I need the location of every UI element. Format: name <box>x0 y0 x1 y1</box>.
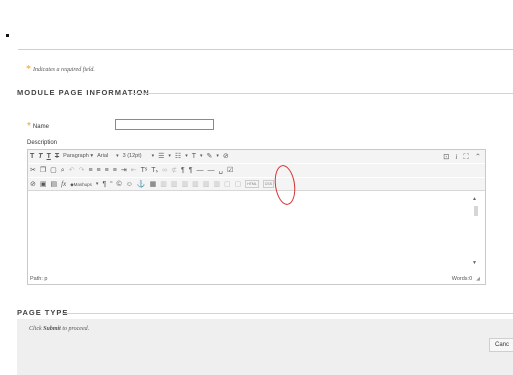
anchor-icon[interactable]: ⚓ <box>137 180 146 189</box>
description-editor: T T T T Paragraph ▾ Arial ▾ 3 (12pt) ▾ ☰… <box>27 149 486 285</box>
required-note-text: Indicates a required field. <box>33 67 95 73</box>
module-section-title: MODULE PAGE INFORMATION <box>17 88 150 97</box>
table-split-icon[interactable]: ▥ <box>203 180 210 189</box>
chevron-down-icon: ▾ <box>95 180 99 187</box>
align-left-icon[interactable]: ≡ <box>88 166 92 175</box>
table-column-icon[interactable]: ▥ <box>171 180 178 189</box>
font-family-select[interactable]: Arial <box>97 152 108 161</box>
info-icon[interactable]: i <box>455 152 457 161</box>
unlink-icon[interactable]: ⊄ <box>171 166 177 175</box>
required-note: * Indicates a required field. <box>26 64 95 75</box>
name-input[interactable] <box>115 119 214 130</box>
table-delete-icon[interactable]: ▥ <box>213 180 220 189</box>
chevron-down-icon: ▾ <box>151 153 155 159</box>
mashups-menu[interactable]: ◆Mashups <box>70 180 92 189</box>
emoticon-icon[interactable]: ☺ <box>126 180 133 189</box>
bullet-list-icon[interactable]: ☰ <box>158 152 164 161</box>
highlight-pen-icon[interactable]: ✎ <box>207 152 213 161</box>
link-icon[interactable]: ∞ <box>162 166 167 175</box>
spellcheck-toggle-icon[interactable]: ☑ <box>227 166 233 175</box>
insert-media-icon[interactable]: ▤ <box>51 180 58 189</box>
attach-file-icon[interactable]: ⊘ <box>30 180 36 189</box>
name-label: * Name <box>27 121 49 132</box>
table-row-icon[interactable]: ▥ <box>160 180 167 189</box>
editor-toolbar-row-3: ⊘ ▣ ▤ fx ◆Mashups ▾ ¶ “ © ☺ ⚓ ▦ ▥ ▥ ▥ ▥ … <box>28 178 485 191</box>
description-label: Description <box>27 140 58 146</box>
editor-statusbar: Path: p Words:0 ◢ <box>28 273 485 285</box>
resize-grip-icon[interactable]: ◢ <box>476 276 480 282</box>
editor-content-area[interactable] <box>28 192 485 272</box>
copyright-icon[interactable]: © <box>117 180 122 189</box>
page-type-section-title: PAGE TYPE <box>17 308 69 317</box>
editor-toolbar-row-2: ✂ ❐ ▢ ⌕ ↶ ↷ ≡ ≡ ≡ ≡ ⇥ ⇤ Tˢ Tₛ ∞ ⊄ ¶ ¶ — … <box>28 164 485 177</box>
underline-button[interactable]: T <box>47 152 51 161</box>
paragraph-format-select[interactable]: Paragraph ▾ <box>63 152 93 161</box>
scroll-up-icon[interactable]: ▲ <box>472 196 477 202</box>
paragraph-mark-icon[interactable]: ¶ <box>102 180 106 189</box>
cut-icon[interactable]: ✂ <box>30 166 36 175</box>
subscript-icon[interactable]: Tₛ <box>151 166 158 175</box>
css-button[interactable]: CSS <box>262 180 274 188</box>
italic-button[interactable]: T <box>38 152 42 161</box>
nonbreaking-space-icon[interactable]: — <box>208 166 215 175</box>
numbered-list-icon[interactable]: ☷ <box>175 152 181 161</box>
strikethrough-button[interactable]: T <box>55 152 59 161</box>
text-color-icon[interactable]: T <box>192 152 196 161</box>
table-merge-icon[interactable]: ▥ <box>192 180 199 189</box>
eraser-icon[interactable]: ⊘ <box>223 152 229 161</box>
copy-icon[interactable]: ❐ <box>40 166 46 175</box>
word-count: Words:0 ◢ <box>451 276 480 282</box>
page-marker <box>6 34 9 37</box>
ltr-icon[interactable]: ¶ <box>181 166 185 175</box>
chevron-down-icon: ▾ <box>168 153 171 159</box>
editor-toolbar-row-1: T T T T Paragraph ▾ Arial ▾ 3 (12pt) ▾ ☰… <box>28 150 485 163</box>
top-divider <box>18 49 513 50</box>
space-icon[interactable]: ␣ <box>219 166 223 175</box>
chevron-down-icon: ▾ <box>90 153 94 159</box>
module-section-rule <box>131 93 513 94</box>
fullscreen-icon[interactable]: ⛶ <box>463 152 468 161</box>
outdent-icon[interactable]: ⇤ <box>131 166 137 175</box>
superscript-icon[interactable]: Tˢ <box>141 166 148 175</box>
align-right-icon[interactable]: ≡ <box>105 166 109 175</box>
table-props-icon[interactable]: ▢ <box>224 180 231 189</box>
find-icon[interactable]: ⌕ <box>61 166 65 175</box>
indent-icon[interactable]: ⇥ <box>121 166 127 175</box>
chevron-down-icon: ▾ <box>185 153 188 159</box>
editor-scrollbar[interactable]: ▲ ▼ <box>472 196 480 268</box>
horizontal-rule-icon[interactable]: — <box>197 166 204 175</box>
blockquote-icon[interactable]: “ <box>110 180 112 189</box>
required-asterisk-icon: * <box>27 121 31 132</box>
table-cell-icon[interactable]: ▥ <box>181 180 188 189</box>
insert-image-icon[interactable]: ▣ <box>40 180 47 189</box>
editor-toolbar-right: ⊡ i ⛶ ⌃ <box>437 152 481 161</box>
align-center-icon[interactable]: ≡ <box>97 166 101 175</box>
element-path: Path: p <box>30 276 48 282</box>
submit-bar <box>17 319 513 375</box>
chevron-down-icon: ▾ <box>216 153 219 159</box>
bold-button[interactable]: T <box>30 152 34 161</box>
chevron-down-icon: ▾ <box>116 153 119 159</box>
table-extra-icon[interactable]: ▢ <box>235 180 242 189</box>
submit-instructions: Click Submit to proceed. <box>29 326 90 332</box>
redo-icon[interactable]: ↷ <box>79 166 85 175</box>
font-size-select[interactable]: 3 (12pt) <box>123 152 142 161</box>
html-source-button[interactable]: HTML <box>245 180 259 188</box>
insert-table-icon[interactable]: ▦ <box>150 180 157 189</box>
undo-icon[interactable]: ↶ <box>69 166 75 175</box>
chevron-down-icon: ▾ <box>200 153 203 159</box>
math-equation-icon[interactable]: fx <box>61 180 66 189</box>
scroll-down-icon[interactable]: ▼ <box>472 260 477 266</box>
page-type-section-rule <box>62 313 513 314</box>
paste-icon[interactable]: ▢ <box>50 166 57 175</box>
spellcheck-icon[interactable]: ⊡ <box>443 152 449 161</box>
required-asterisk-icon: * <box>26 64 31 75</box>
align-justify-icon[interactable]: ≡ <box>113 166 117 175</box>
collapse-toolbar-icon[interactable]: ⌃ <box>475 152 481 161</box>
rtl-icon[interactable]: ¶ <box>189 166 193 175</box>
scrollbar-thumb[interactable] <box>474 206 478 216</box>
cancel-button[interactable]: Canc <box>489 338 513 352</box>
